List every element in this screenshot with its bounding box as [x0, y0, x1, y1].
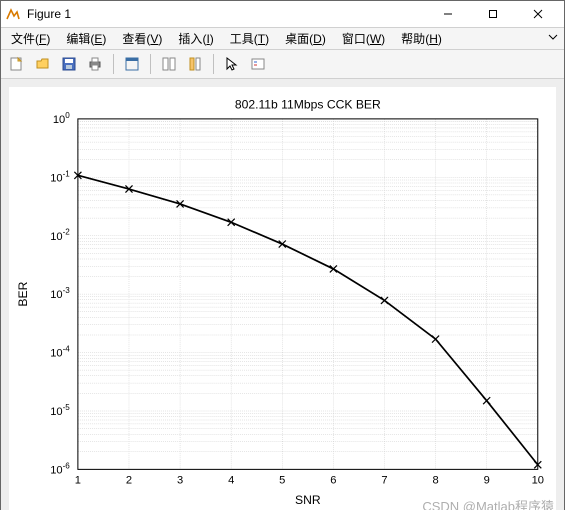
svg-text:100: 100: [53, 111, 70, 126]
plot-area: 10-6 10-5 10-4 10-3 10-2 10-1 100 1 2 3 4 5 6 7 8 9 10 80…: [1, 79, 564, 510]
maximize-button[interactable]: [470, 1, 515, 27]
toolbar-separator: [150, 54, 151, 74]
svg-text:10-6: 10-6: [50, 461, 70, 476]
svg-text:7: 7: [381, 475, 387, 487]
svg-text:10-3: 10-3: [50, 286, 70, 301]
svg-text:10-4: 10-4: [50, 345, 70, 360]
svg-text:3: 3: [177, 475, 183, 487]
svg-text:10-5: 10-5: [50, 403, 70, 418]
close-button[interactable]: [515, 1, 560, 27]
svg-text:10-1: 10-1: [50, 169, 70, 184]
axes-panel[interactable]: 10-6 10-5 10-4 10-3 10-2 10-1 100 1 2 3 4 5 6 7 8 9 10 80…: [9, 87, 556, 510]
save-button[interactable]: [57, 52, 81, 76]
menu-bar: 文件(F) 编辑(E) 查看(V) 插入(I) 工具(T) 桌面(D) 窗口(W…: [1, 28, 564, 50]
matlab-figure-icon: [5, 6, 21, 22]
print-button[interactable]: [83, 52, 107, 76]
toolbar: [1, 50, 564, 79]
insert-legend-button[interactable]: [246, 52, 270, 76]
svg-text:8: 8: [432, 475, 438, 487]
toolbar-separator: [113, 54, 114, 74]
svg-text:1: 1: [75, 475, 81, 487]
menu-view[interactable]: 查看(V): [116, 28, 168, 49]
svg-text:BER: BER: [16, 281, 30, 306]
link-button[interactable]: [157, 52, 181, 76]
menu-desktop[interactable]: 桌面(D): [279, 28, 332, 49]
edit-plot-button[interactable]: [120, 52, 144, 76]
new-figure-button[interactable]: [5, 52, 29, 76]
svg-text:802.11b 11Mbps CCK BER: 802.11b 11Mbps CCK BER: [235, 98, 381, 112]
svg-text:10: 10: [532, 475, 544, 487]
figure-window: Figure 1 文件(F) 编辑(E) 查看(V) 插入(I) 工具(T) 桌…: [0, 0, 565, 510]
title-bar[interactable]: Figure 1: [1, 1, 564, 28]
svg-text:4: 4: [228, 475, 234, 487]
svg-text:9: 9: [484, 475, 490, 487]
menu-window[interactable]: 窗口(W): [336, 28, 391, 49]
open-button[interactable]: [31, 52, 55, 76]
svg-text:10-2: 10-2: [50, 228, 70, 243]
window-controls: [425, 1, 560, 27]
svg-text:SNR: SNR: [295, 493, 321, 507]
window-title: Figure 1: [27, 7, 425, 21]
toolbar-separator: [213, 54, 214, 74]
chart: 10-6 10-5 10-4 10-3 10-2 10-1 100 1 2 3 4 5 6 7 8 9 10 80…: [9, 87, 556, 510]
insert-colorbar-button[interactable]: [183, 52, 207, 76]
menu-help[interactable]: 帮助(H): [395, 28, 448, 49]
svg-text:6: 6: [330, 475, 336, 487]
menu-insert[interactable]: 插入(I): [172, 28, 219, 49]
menu-tools[interactable]: 工具(T): [224, 28, 275, 49]
menu-file[interactable]: 文件(F): [5, 28, 56, 49]
minimize-button[interactable]: [425, 1, 470, 27]
menu-overflow-icon[interactable]: [548, 32, 558, 47]
svg-text:2: 2: [126, 475, 132, 487]
svg-text:5: 5: [279, 475, 285, 487]
menu-edit[interactable]: 编辑(E): [60, 28, 112, 49]
pointer-button[interactable]: [220, 52, 244, 76]
